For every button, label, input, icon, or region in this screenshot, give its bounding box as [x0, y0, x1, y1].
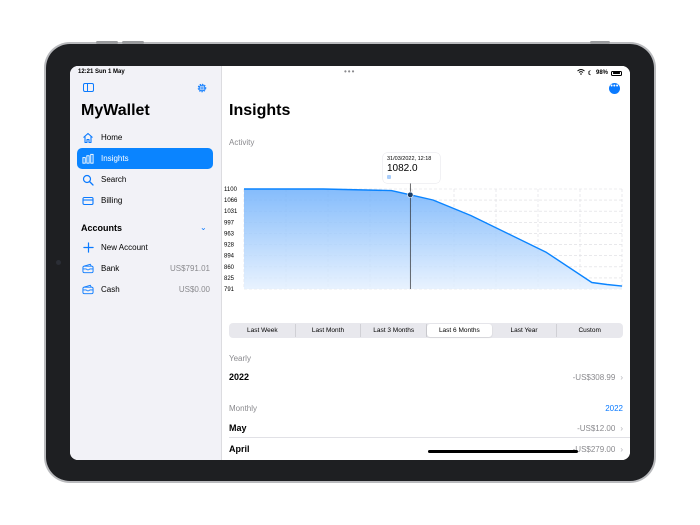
more-options-button[interactable]: •••	[609, 83, 620, 94]
selected-point	[407, 191, 414, 198]
series-area	[244, 189, 622, 289]
tooltip-series-swatch	[387, 175, 391, 179]
y-tick-label: 928	[224, 243, 235, 249]
new-account-label: New Account	[101, 242, 148, 252]
y-tick-label: 791	[224, 287, 235, 293]
chevron-right-icon: ›	[620, 372, 623, 382]
range-option-last-year[interactable]: Last Year	[492, 324, 558, 337]
account-row-cash[interactable]: Cash US$0.00	[82, 281, 210, 297]
wallet-icon	[82, 283, 94, 295]
y-tick-label: 860	[224, 265, 235, 271]
main-content: ••• ☾ 98% ••• Insights Activity 1100 1066…	[222, 66, 630, 460]
chart-bar-icon	[82, 153, 94, 165]
credit-card-icon	[82, 195, 94, 207]
account-balance: US$791.01	[169, 263, 210, 273]
account-name: Cash	[101, 284, 120, 294]
settings-gear-icon[interactable]	[196, 82, 208, 94]
accounts-section-title[interactable]: Accounts	[81, 223, 122, 233]
range-option-last-3-months[interactable]: Last 3 Months	[361, 324, 428, 337]
battery-icon	[611, 70, 622, 76]
chevron-right-icon: ›	[620, 444, 623, 454]
house-icon	[82, 132, 94, 144]
y-tick-label: 894	[224, 254, 235, 260]
screen: 12:21 Sun 1 May MyWallet Home Insights S…	[70, 66, 630, 460]
monthly-row-label: May	[229, 423, 247, 433]
range-option-last-6-months[interactable]: Last 6 Months	[427, 324, 492, 337]
y-tick-label: 997	[224, 220, 235, 226]
activity-label: Activity	[229, 138, 255, 147]
yearly-row-label: 2022	[229, 372, 250, 382]
yearly-row-2022[interactable]: 2022 -US$308.99 ›	[229, 372, 623, 382]
monthly-year-selector[interactable]: 2022	[605, 404, 623, 413]
sidebar: 12:21 Sun 1 May MyWallet Home Insights S…	[70, 66, 222, 460]
y-tick-label: 963	[224, 231, 235, 237]
status-time-date: 12:21 Sun 1 May	[78, 69, 125, 75]
y-tick-label: 1031	[224, 209, 238, 215]
yearly-row-amount: -US$308.99	[572, 372, 616, 382]
monthly-row-may[interactable]: May -US$12.00 ›	[229, 423, 623, 433]
chart-tooltip: 31/03/2022, 12:18 1082.0	[383, 153, 440, 183]
sidebar-item-search[interactable]: Search	[77, 169, 213, 190]
y-tick-label: 1066	[224, 198, 238, 204]
new-account-button[interactable]: New Account	[82, 239, 210, 255]
chevron-right-icon: ›	[620, 423, 623, 433]
multitasking-dots-icon[interactable]: •••	[344, 67, 355, 76]
range-option-custom[interactable]: Custom	[557, 324, 622, 337]
tooltip-date: 31/03/2022, 12:18	[387, 156, 432, 162]
y-tick-label: 1100	[224, 187, 238, 193]
range-option-last-month[interactable]: Last Month	[296, 324, 362, 337]
battery-percent: 98%	[595, 70, 608, 76]
wifi-icon	[576, 69, 585, 77]
monthly-row-amount: -US$12.00	[577, 423, 616, 433]
tooltip-value: 1082.0	[387, 163, 418, 174]
moon-icon: ☾	[587, 70, 593, 77]
app-title: MyWallet	[81, 102, 150, 119]
sidebar-item-label: Billing	[101, 196, 123, 205]
page-title: Insights	[229, 102, 291, 119]
camera-dot	[56, 260, 61, 265]
sidebar-toggle-icon[interactable]	[83, 83, 94, 92]
status-indicators: ☾ 98%	[576, 69, 622, 77]
range-option-last-week[interactable]: Last Week	[230, 324, 296, 337]
yearly-section-label: Yearly	[229, 354, 251, 363]
sidebar-item-insights[interactable]: Insights	[77, 148, 213, 169]
sidebar-item-label: Insights	[101, 154, 129, 163]
y-tick-label: 825	[224, 276, 235, 282]
wallet-icon	[82, 262, 94, 274]
account-row-bank[interactable]: Bank US$791.01	[82, 260, 210, 276]
sidebar-item-label: Search	[101, 175, 127, 184]
sidebar-item-label: Home	[101, 133, 123, 142]
account-name: Bank	[101, 263, 120, 273]
home-indicator	[428, 450, 578, 453]
row-divider	[229, 437, 630, 438]
range-segmented-control[interactable]: Last Week Last Month Last 3 Months Last 6 M…	[229, 323, 623, 338]
monthly-section-label: Monthly	[229, 404, 258, 413]
sidebar-item-billing[interactable]: Billing	[77, 190, 213, 211]
account-balance: US$0.00	[178, 284, 210, 294]
monthly-row-amount: -US$279.00	[572, 444, 616, 454]
magnifying-glass-icon	[82, 174, 94, 186]
chevron-down-icon[interactable]: ⌄	[200, 223, 207, 232]
sidebar-item-home[interactable]: Home	[77, 127, 213, 148]
plus-icon	[82, 241, 94, 253]
